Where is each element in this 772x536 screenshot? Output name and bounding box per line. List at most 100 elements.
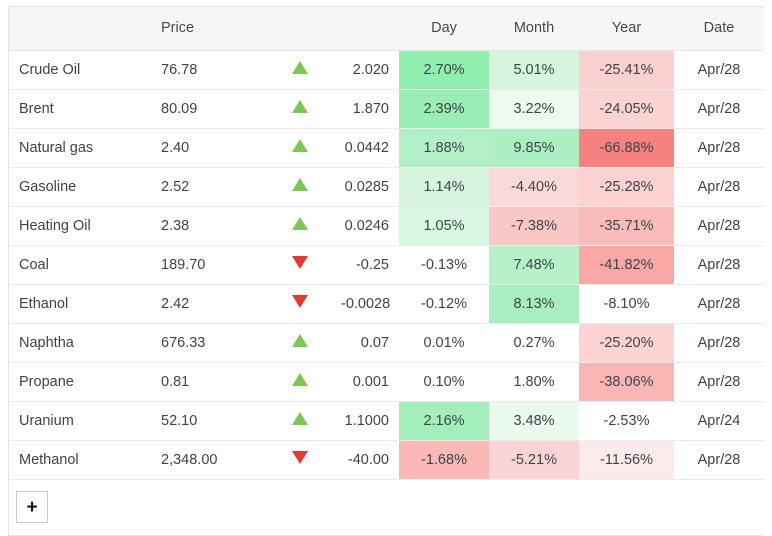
table-row[interactable]: Ethanol 2.42 -0.0028 -0.12% 8.13% -8.10% Apr/2… [9, 284, 764, 324]
cell-date: Apr/28 [674, 440, 764, 480]
cell-direction [269, 206, 331, 246]
cell-price: 189.70 [151, 245, 269, 285]
month-heat-cell: 9.85% [489, 128, 579, 167]
cell-commodity-name[interactable]: Naphtha [9, 323, 151, 363]
column-header-price[interactable]: Price [151, 7, 269, 51]
cell-change: 2.020 [331, 50, 399, 90]
table-row[interactable]: Brent 80.09 1.870 2.39% 3.22% -24.05% Apr/28 [9, 89, 764, 129]
table-row[interactable]: Natural gas 2.40 0.0442 1.88% 9.85% -66.88% Ap… [9, 128, 764, 168]
column-header-year[interactable]: Year [579, 7, 674, 51]
cell-direction [269, 284, 331, 324]
cell-price: 76.78 [151, 50, 269, 90]
cell-day-change: 0.01% [399, 323, 489, 363]
cell-direction [269, 50, 331, 90]
table-row[interactable]: Coal 189.70 -0.25 -0.13% 7.48% -41.82% Apr/28 [9, 245, 764, 285]
month-heat-cell: -7.38% [489, 206, 579, 245]
cell-commodity-name[interactable]: Coal [9, 245, 151, 285]
cell-price: 2.42 [151, 284, 269, 324]
table-row[interactable]: Gasoline 2.52 0.0285 1.14% -4.40% -25.28% Apr/… [9, 167, 764, 207]
table-row[interactable]: Crude Oil 76.78 2.020 2.70% 5.01% -25.41% Apr/… [9, 50, 764, 90]
table-footer-row: + [9, 479, 764, 535]
cell-date: Apr/28 [674, 89, 764, 129]
cell-price: 52.10 [151, 401, 269, 441]
year-heat-cell: -35.71% [579, 206, 674, 245]
cell-month-change: 1.80% [489, 362, 579, 402]
cell-day-change: -0.13% [399, 245, 489, 285]
cell-month-change: 3.22% [489, 89, 579, 129]
month-heat-cell: 5.01% [489, 50, 579, 89]
cell-month-change: -4.40% [489, 167, 579, 207]
table-footer: + [9, 479, 764, 535]
cell-date: Apr/28 [674, 128, 764, 168]
cell-change: 0.07 [331, 323, 399, 363]
column-header-month[interactable]: Month [489, 7, 579, 51]
day-heat-cell: 2.70% [399, 50, 489, 89]
table-row[interactable]: Propane 0.81 0.001 0.10% 1.80% -38.06% Apr/28 [9, 362, 764, 402]
table-row[interactable]: Uranium 52.10 1.1000 2.16% 3.48% -2.53% Apr/24 [9, 401, 764, 441]
month-heat-cell: 0.27% [489, 323, 579, 362]
column-header-day[interactable]: Day [399, 7, 489, 51]
cell-change: 0.001 [331, 362, 399, 402]
day-heat-cell: -1.68% [399, 440, 489, 479]
triangle-up-icon [292, 334, 308, 347]
month-heat-cell: 8.13% [489, 284, 579, 323]
cell-commodity-name[interactable]: Methanol [9, 440, 151, 480]
cell-change: 0.0246 [331, 206, 399, 246]
cell-year-change: -25.28% [579, 167, 674, 207]
table-row[interactable]: Heating Oil 2.38 0.0246 1.05% -7.38% -35.71% A… [9, 206, 764, 246]
cell-day-change: 2.70% [399, 50, 489, 90]
cell-commodity-name[interactable]: Heating Oil [9, 206, 151, 246]
column-header-change[interactable] [331, 7, 399, 51]
cell-commodity-name[interactable]: Gasoline [9, 167, 151, 207]
cell-commodity-name[interactable]: Crude Oil [9, 50, 151, 90]
cell-day-change: 0.10% [399, 362, 489, 402]
market-table-container: Price Day Month Year Date Crude Oil 76.78… [8, 6, 764, 536]
cell-price: 2.40 [151, 128, 269, 168]
add-button[interactable]: + [16, 491, 48, 524]
year-heat-cell: -66.88% [579, 128, 674, 167]
column-header-arrow[interactable] [269, 7, 331, 51]
cell-price: 80.09 [151, 89, 269, 129]
cell-month-change: -5.21% [489, 440, 579, 480]
day-heat-cell: 0.01% [399, 323, 489, 362]
column-header-date[interactable]: Date [674, 7, 764, 51]
cell-day-change: 1.88% [399, 128, 489, 168]
cell-year-change: -41.82% [579, 245, 674, 285]
commodities-heatmap-table-page: Price Day Month Year Date Crude Oil 76.78… [0, 0, 772, 536]
cell-commodity-name[interactable]: Brent [9, 89, 151, 129]
triangle-down-icon [292, 451, 308, 464]
cell-direction [269, 89, 331, 129]
triangle-down-icon [292, 256, 308, 269]
cell-year-change: -25.41% [579, 50, 674, 90]
cell-year-change: -24.05% [579, 89, 674, 129]
cell-change: -40.00 [331, 440, 399, 480]
cell-date: Apr/28 [674, 167, 764, 207]
column-header-name[interactable] [9, 7, 151, 51]
day-heat-cell: 2.39% [399, 89, 489, 128]
day-heat-cell: -0.12% [399, 284, 489, 323]
cell-month-change: 9.85% [489, 128, 579, 168]
cell-price: 0.81 [151, 362, 269, 402]
year-heat-cell: -41.82% [579, 245, 674, 284]
cell-month-change: 3.48% [489, 401, 579, 441]
day-heat-cell: -0.13% [399, 245, 489, 284]
month-heat-cell: 3.22% [489, 89, 579, 128]
day-heat-cell: 1.14% [399, 167, 489, 206]
cell-commodity-name[interactable]: Propane [9, 362, 151, 402]
table-row[interactable]: Naphtha 676.33 0.07 0.01% 0.27% -25.20% Apr/28 [9, 323, 764, 363]
cell-commodity-name[interactable]: Natural gas [9, 128, 151, 168]
triangle-up-icon [292, 139, 308, 152]
cell-commodity-name[interactable]: Ethanol [9, 284, 151, 324]
table-row[interactable]: Methanol 2,348.00 -40.00 -1.68% -5.21% -11.56… [9, 440, 764, 480]
cell-price: 2,348.00 [151, 440, 269, 480]
cell-commodity-name[interactable]: Uranium [9, 401, 151, 441]
cell-direction [269, 245, 331, 285]
cell-date: Apr/28 [674, 50, 764, 90]
month-heat-cell: 7.48% [489, 245, 579, 284]
cell-day-change: 1.14% [399, 167, 489, 207]
year-heat-cell: -25.41% [579, 50, 674, 89]
month-heat-cell: 3.48% [489, 401, 579, 440]
cell-year-change: -35.71% [579, 206, 674, 246]
cell-direction [269, 128, 331, 168]
cell-price: 2.52 [151, 167, 269, 207]
